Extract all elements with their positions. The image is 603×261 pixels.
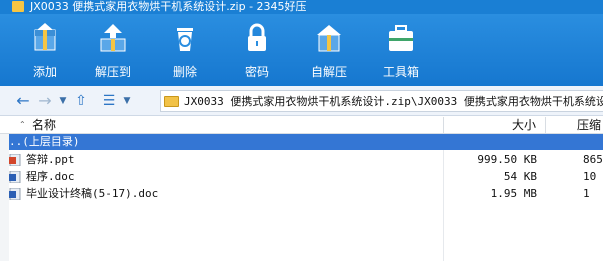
app-logo-icon (12, 1, 24, 12)
column-divider[interactable] (443, 117, 444, 133)
toolbox-button[interactable]: 工具箱 (365, 14, 437, 86)
column-divider[interactable] (545, 117, 546, 133)
file-compressed: 865 (583, 153, 603, 166)
file-list: ..(上层目录) 答辩.ppt 999.50 KB 865 程序.doc 54 … (0, 134, 603, 261)
delete-button[interactable]: 删除 (149, 14, 221, 86)
file-compressed: 1 (583, 187, 590, 200)
sort-arrow-icon: ⌃ (19, 120, 26, 129)
self-extract-icon (317, 25, 341, 52)
path-field[interactable]: JX0033 便携式家用衣物烘干机系统设计.zip\JX0033 便携式家用衣物… (160, 90, 603, 112)
window-title: JX0033 便携式家用衣物烘干机系统设计.zip - 2345好压 (30, 0, 307, 13)
view-dropdown-icon[interactable]: ▼ (120, 90, 134, 112)
ppt-file-icon (9, 154, 21, 166)
column-name[interactable]: 名称 (32, 117, 56, 133)
forward-arrow-icon[interactable]: → (34, 90, 56, 112)
list-item[interactable]: 毕业设计终稿(5-17).doc 1.95 MB 1 (0, 186, 603, 202)
self-extract-button[interactable]: 自解压 (293, 14, 365, 86)
file-name: ..(上层目录) (9, 135, 80, 148)
toolbox-label: 工具箱 (382, 65, 419, 79)
word-file-icon (9, 171, 21, 183)
add-archive-icon (34, 23, 56, 51)
back-arrow-icon[interactable]: ← (12, 90, 34, 112)
list-item-parent-dir[interactable]: ..(上层目录) (9, 134, 603, 150)
file-size: 54 KB (503, 170, 537, 183)
address-bar: ← → ▼ ⇧ ☰ ▼ JX0033 便携式家用衣物烘干机系统设计.zip\JX… (0, 86, 603, 116)
file-compressed: 10 (583, 170, 597, 183)
password-label: 密码 (244, 65, 269, 79)
add-button[interactable]: 添加 (13, 14, 77, 86)
column-size[interactable]: 大小 (512, 117, 536, 133)
path-text: JX0033 便携式家用衣物烘干机系统设计.zip\JX0033 便携式家用衣物… (184, 95, 603, 108)
word-file-icon (9, 188, 21, 200)
column-compressed[interactable]: 压缩 (577, 117, 601, 133)
lock-icon (248, 23, 266, 51)
file-name: 程序.doc (26, 170, 75, 183)
up-folder-icon[interactable]: ⇧ (70, 90, 92, 112)
view-list-icon[interactable]: ☰ (98, 90, 120, 112)
file-name: 答辩.ppt (26, 153, 75, 166)
file-size: 999.50 KB (477, 153, 537, 166)
self-extract-label: 自解压 (310, 65, 347, 79)
list-item[interactable]: 答辩.ppt 999.50 KB 865 (0, 152, 603, 168)
extract-icon (100, 24, 126, 52)
title-bar: JX0033 便携式家用衣物烘干机系统设计.zip - 2345好压 (0, 0, 603, 14)
column-header: ⌃ 名称 大小 压缩 (0, 117, 603, 134)
file-name: 毕业设计终稿(5-17).doc (26, 187, 159, 200)
recycle-bin-icon (177, 28, 193, 51)
delete-label: 删除 (172, 65, 197, 79)
folder-icon (164, 95, 179, 107)
extract-to-label: 解压到 (94, 65, 131, 79)
file-size: 1.95 MB (490, 187, 537, 200)
toolbar: 添加 解压到 删除 密码 自解压 工具箱 (0, 14, 603, 86)
extract-to-button[interactable]: 解压到 (77, 14, 149, 86)
list-item[interactable]: 程序.doc 54 KB 10 (0, 169, 603, 185)
toolbox-icon (389, 25, 413, 51)
history-dropdown-icon[interactable]: ▼ (56, 90, 70, 112)
password-button[interactable]: 密码 (221, 14, 293, 86)
add-label: 添加 (32, 65, 57, 79)
